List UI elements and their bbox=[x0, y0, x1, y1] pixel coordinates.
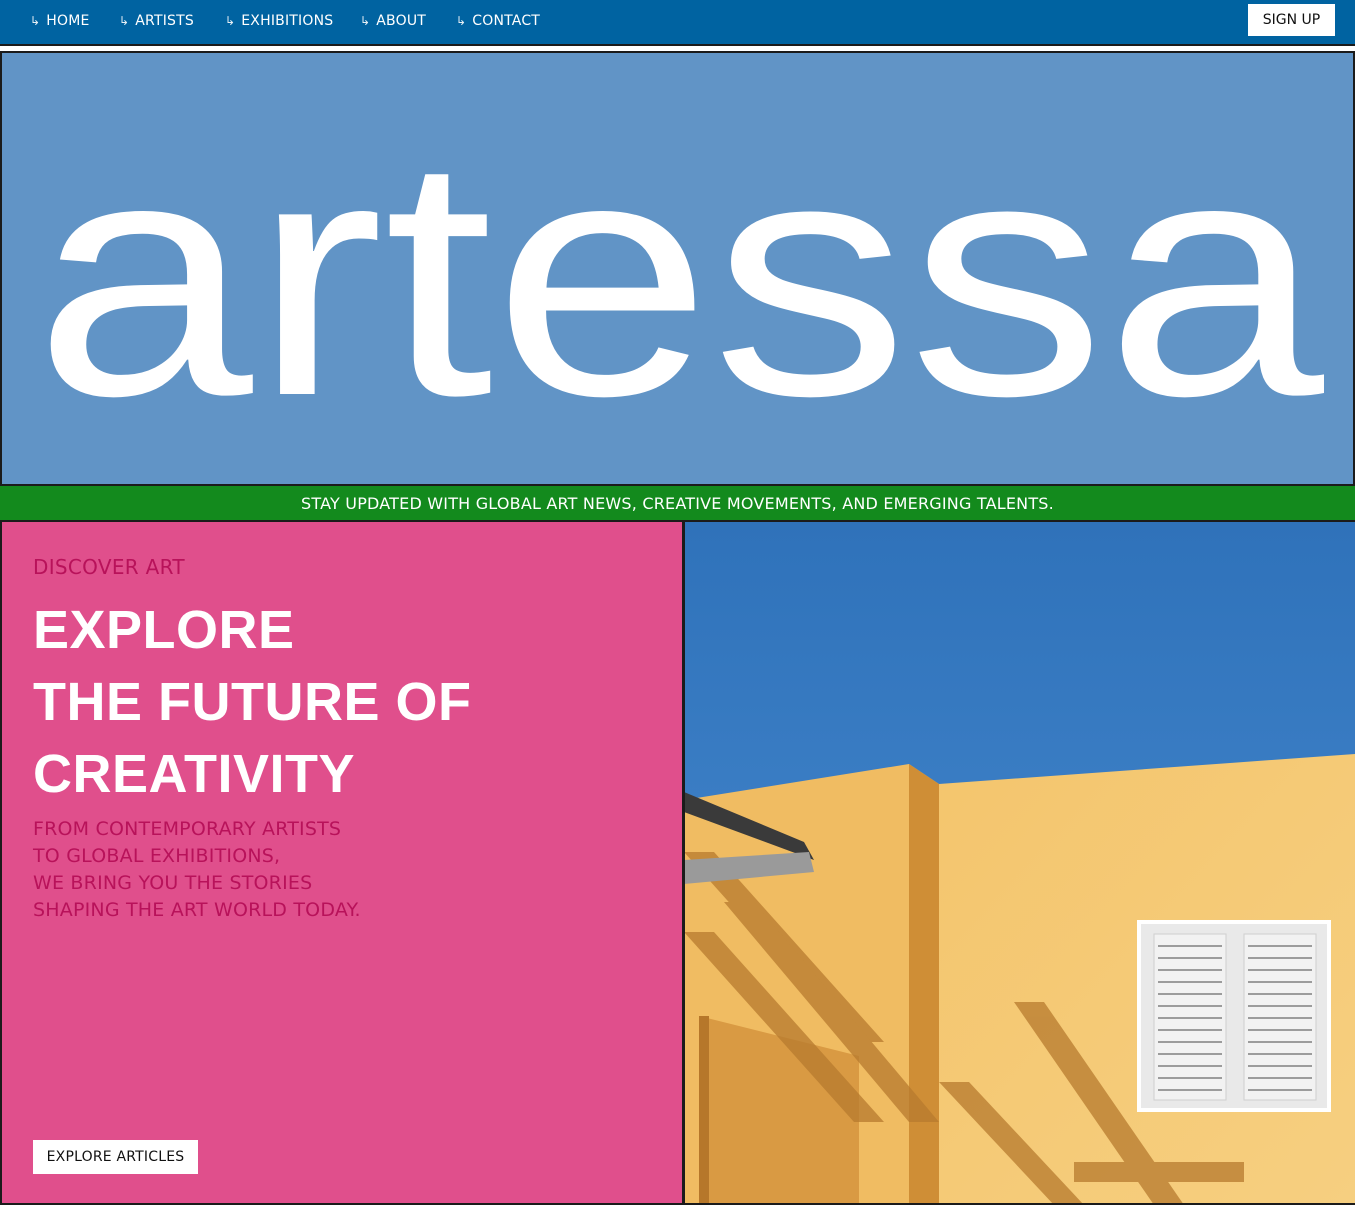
feature-panel: DISCOVER ART EXPLORE THE FUTURE OF CREAT… bbox=[0, 522, 684, 1205]
copy-line-1: FROM CONTEMPORARY ARTISTS bbox=[33, 818, 342, 840]
site-wordmark: artessa bbox=[34, 87, 1326, 467]
wordmark-svg: artessa bbox=[34, 87, 1326, 467]
nav-about-label: ABOUT bbox=[376, 13, 427, 29]
news-ticker: STAY UPDATED WITH GLOBAL ART NEWS, CREAT… bbox=[0, 484, 1355, 522]
feature-copy: FROM CONTEMPORARY ARTISTS TO GLOBAL EXHI… bbox=[33, 816, 361, 924]
nav-contact[interactable]: ↳ CONTACT bbox=[456, 11, 540, 31]
ticker-text: STAY UPDATED WITH GLOBAL ART NEWS, CREAT… bbox=[301, 493, 1054, 513]
copy-line-4: SHAPING THE ART WORLD TODAY. bbox=[33, 899, 361, 921]
copy-line-2: TO GLOBAL EXHIBITIONS, bbox=[33, 845, 281, 867]
corner-arrow-icon: ↳ bbox=[360, 14, 371, 28]
hero-banner: artessa bbox=[0, 51, 1355, 485]
nav-artists-label: ARTISTS bbox=[135, 13, 194, 29]
top-nav: ↳ HOME ↳ ARTISTS ↳ EXHIBITIONS ↳ ABOUT ↳… bbox=[0, 0, 1355, 46]
corner-arrow-icon: ↳ bbox=[119, 14, 130, 28]
window bbox=[1137, 920, 1331, 1112]
building-illustration bbox=[684, 522, 1355, 1203]
corner-arrow-icon: ↳ bbox=[225, 14, 236, 28]
copy-line-3: WE BRING YOU THE STORIES bbox=[33, 872, 313, 894]
sign-up-button[interactable]: SIGN UP bbox=[1248, 4, 1335, 36]
eyebrow-label: DISCOVER ART bbox=[33, 555, 185, 579]
nav-exhibitions[interactable]: ↳ EXHIBITIONS bbox=[225, 11, 333, 31]
wall-shadow bbox=[909, 764, 939, 1203]
headline-line-2: THE FUTURE OF bbox=[33, 672, 472, 732]
corner-arrow-icon: ↳ bbox=[30, 14, 41, 28]
feature-photo bbox=[684, 522, 1355, 1205]
feature-headline: EXPLORE THE FUTURE OF CREATIVITY bbox=[33, 594, 471, 810]
nav-home-label: HOME bbox=[46, 13, 90, 29]
nav-exhibitions-label: EXHIBITIONS bbox=[241, 13, 334, 29]
nav-home[interactable]: ↳ HOME bbox=[30, 11, 90, 31]
nav-artists[interactable]: ↳ ARTISTS bbox=[119, 11, 194, 31]
nav-contact-label: CONTACT bbox=[472, 13, 541, 29]
nav-about[interactable]: ↳ ABOUT bbox=[360, 11, 426, 31]
headline-line-3: CREATIVITY bbox=[33, 744, 356, 804]
headline-line-1: EXPLORE bbox=[33, 600, 295, 660]
parapet bbox=[699, 1016, 709, 1203]
corner-arrow-icon: ↳ bbox=[456, 14, 467, 28]
explore-articles-button[interactable]: EXPLORE ARTICLES bbox=[33, 1140, 198, 1174]
